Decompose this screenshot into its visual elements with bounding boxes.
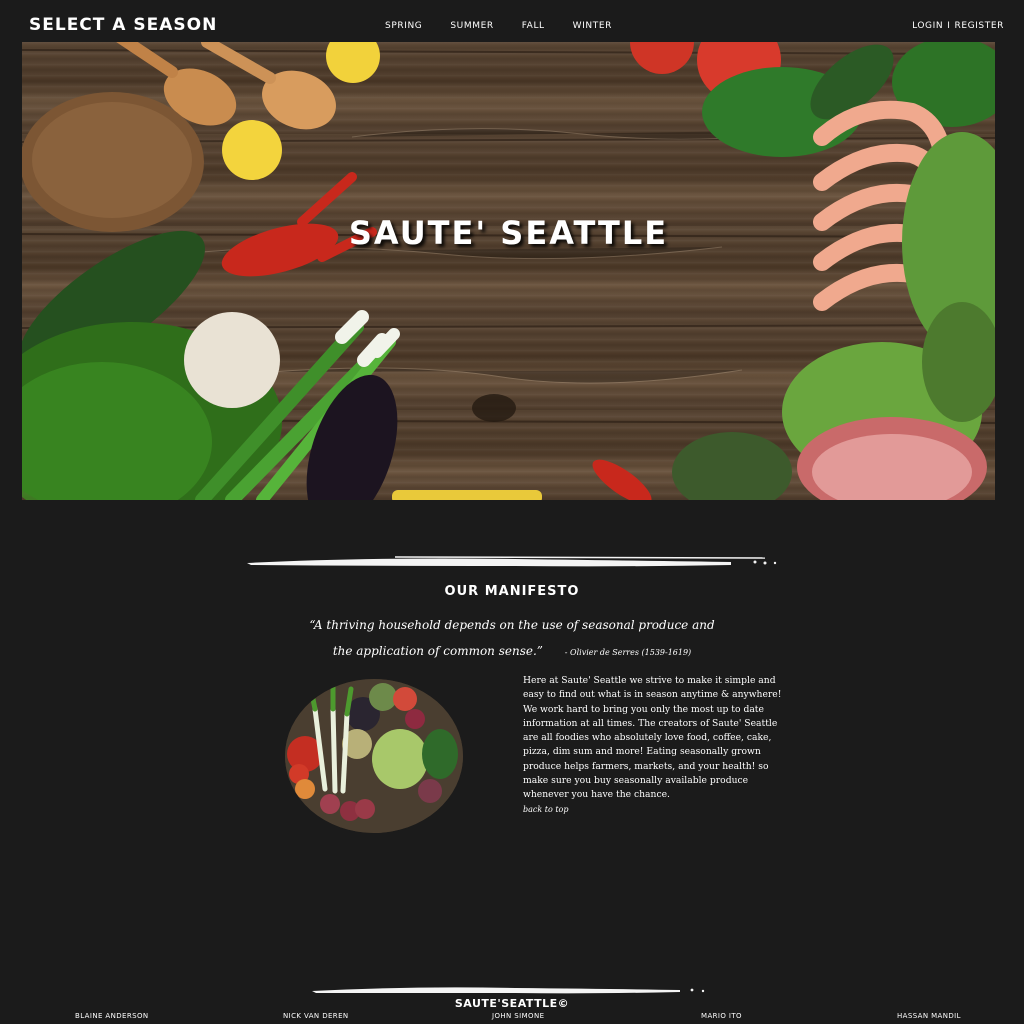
login-link[interactable]: Login xyxy=(912,21,943,31)
nav-link-winter[interactable]: Winter xyxy=(573,21,612,31)
nav-link-spring[interactable]: Spring xyxy=(385,21,422,31)
manifesto-title: Our Manifesto xyxy=(444,584,580,599)
nav-link-summer[interactable]: Summer xyxy=(450,21,493,31)
hero-food-illustration xyxy=(22,42,995,500)
hero-title: Saute' Seattle xyxy=(348,214,669,252)
brand-title[interactable]: Select a Season xyxy=(29,15,217,35)
credit-name: Nick van Deren xyxy=(283,1012,349,1020)
brush-divider-top xyxy=(247,556,777,567)
credit-name: John Simone xyxy=(492,1012,545,1020)
brush-divider-bottom xyxy=(312,987,705,994)
manifesto-body: Here at Saute' Seattle we strive to make… xyxy=(523,675,782,801)
back-to-top-link[interactable]: back to top xyxy=(523,805,569,814)
vegetable-bowl-image xyxy=(285,679,463,833)
auth-separator: I xyxy=(947,21,951,31)
vegetable-bowl-illustration xyxy=(285,679,463,833)
credit-name: Blaine Anderson xyxy=(75,1012,149,1020)
hero-banner: Saute' Seattle xyxy=(22,42,995,500)
auth-links: Login I Register xyxy=(912,21,1004,31)
footer-credits: Blaine Anderson Nick van Deren John Simo… xyxy=(0,1012,1024,1024)
credit-name: Hassan Mandil xyxy=(897,1012,961,1020)
top-navigation-bar: Select a Season Spring Summer Fall Winte… xyxy=(0,0,1024,42)
season-nav: Spring Summer Fall Winter xyxy=(385,21,612,31)
nav-link-fall[interactable]: Fall xyxy=(522,21,545,31)
footer-title: Saute'Seattle© xyxy=(454,997,570,1010)
quote-citation: - Olivier de Serres (1539-1619) xyxy=(564,648,692,657)
manifesto-quote-block: “A thriving household depends on the use… xyxy=(300,612,724,666)
credit-name: Mario Ito xyxy=(701,1012,742,1020)
register-link[interactable]: Register xyxy=(954,21,1004,31)
